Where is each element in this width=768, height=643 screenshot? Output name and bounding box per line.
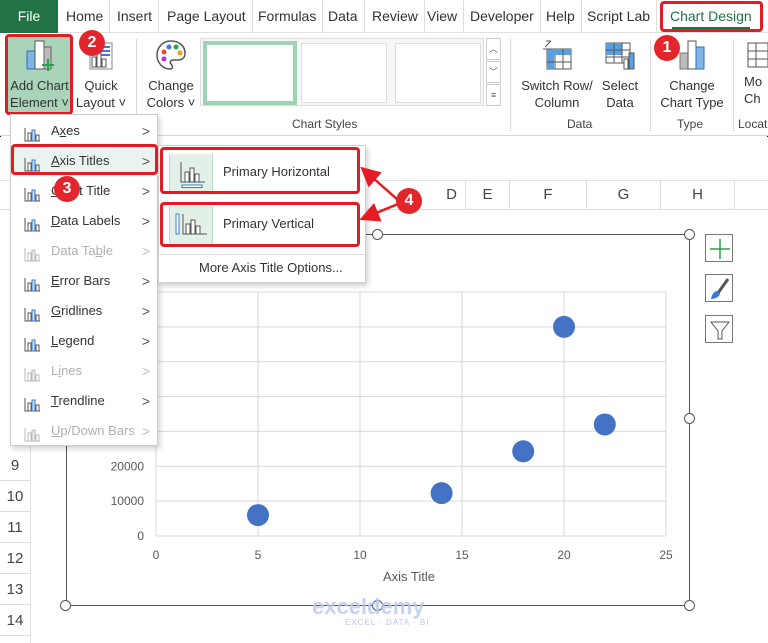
step-badge-4: 4: [396, 188, 422, 214]
step-badge-3: 3: [54, 176, 80, 202]
annotation-arrows: [359, 166, 399, 222]
